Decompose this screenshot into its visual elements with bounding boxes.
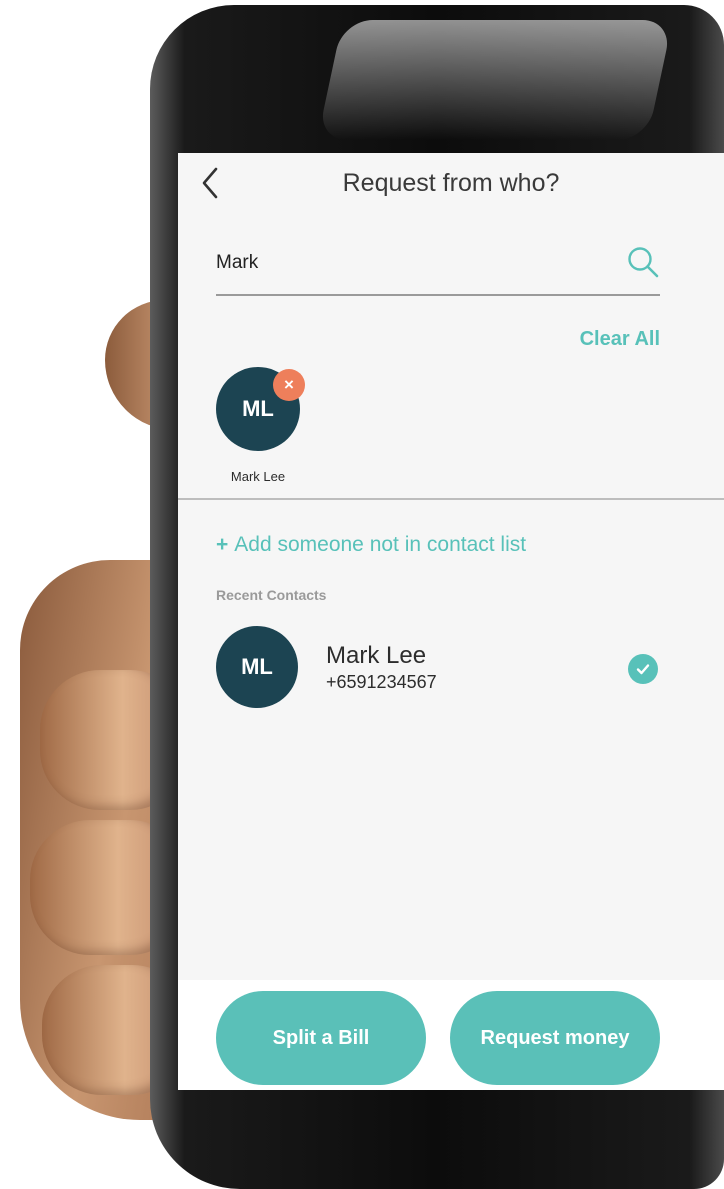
- contact-avatar: ML: [216, 626, 298, 708]
- add-contact-link[interactable]: + Add someone not in contact list: [216, 533, 526, 557]
- bottom-action-bar: Split a Bill Request money: [178, 980, 724, 1090]
- page-title: Request from who?: [342, 169, 560, 197]
- split-bill-button[interactable]: Split a Bill: [216, 991, 426, 1085]
- section-divider: [178, 498, 724, 500]
- checkmark-glyph: [636, 664, 650, 675]
- selected-contact-name: Mark Lee: [230, 469, 286, 484]
- check-icon[interactable]: [628, 654, 658, 684]
- request-money-button[interactable]: Request money: [450, 991, 660, 1085]
- search-icon[interactable]: [626, 245, 660, 279]
- app-screen: Request from who? Clear All ML × Mark Le…: [178, 153, 724, 1090]
- plus-icon: +: [216, 533, 229, 556]
- clear-all-button[interactable]: Clear All: [580, 328, 660, 351]
- recent-contacts-heading: Recent Contacts: [216, 587, 327, 603]
- contact-phone: +6591234567: [326, 672, 437, 692]
- contact-name: Mark Lee: [326, 642, 427, 669]
- search-input[interactable]: [216, 241, 606, 285]
- add-contact-label: Add someone not in contact list: [234, 533, 527, 556]
- phone-glare: [317, 20, 673, 140]
- search-underline: [216, 294, 660, 296]
- list-item[interactable]: ML Mark Lee +6591234567: [178, 618, 724, 718]
- close-icon[interactable]: ×: [273, 369, 305, 401]
